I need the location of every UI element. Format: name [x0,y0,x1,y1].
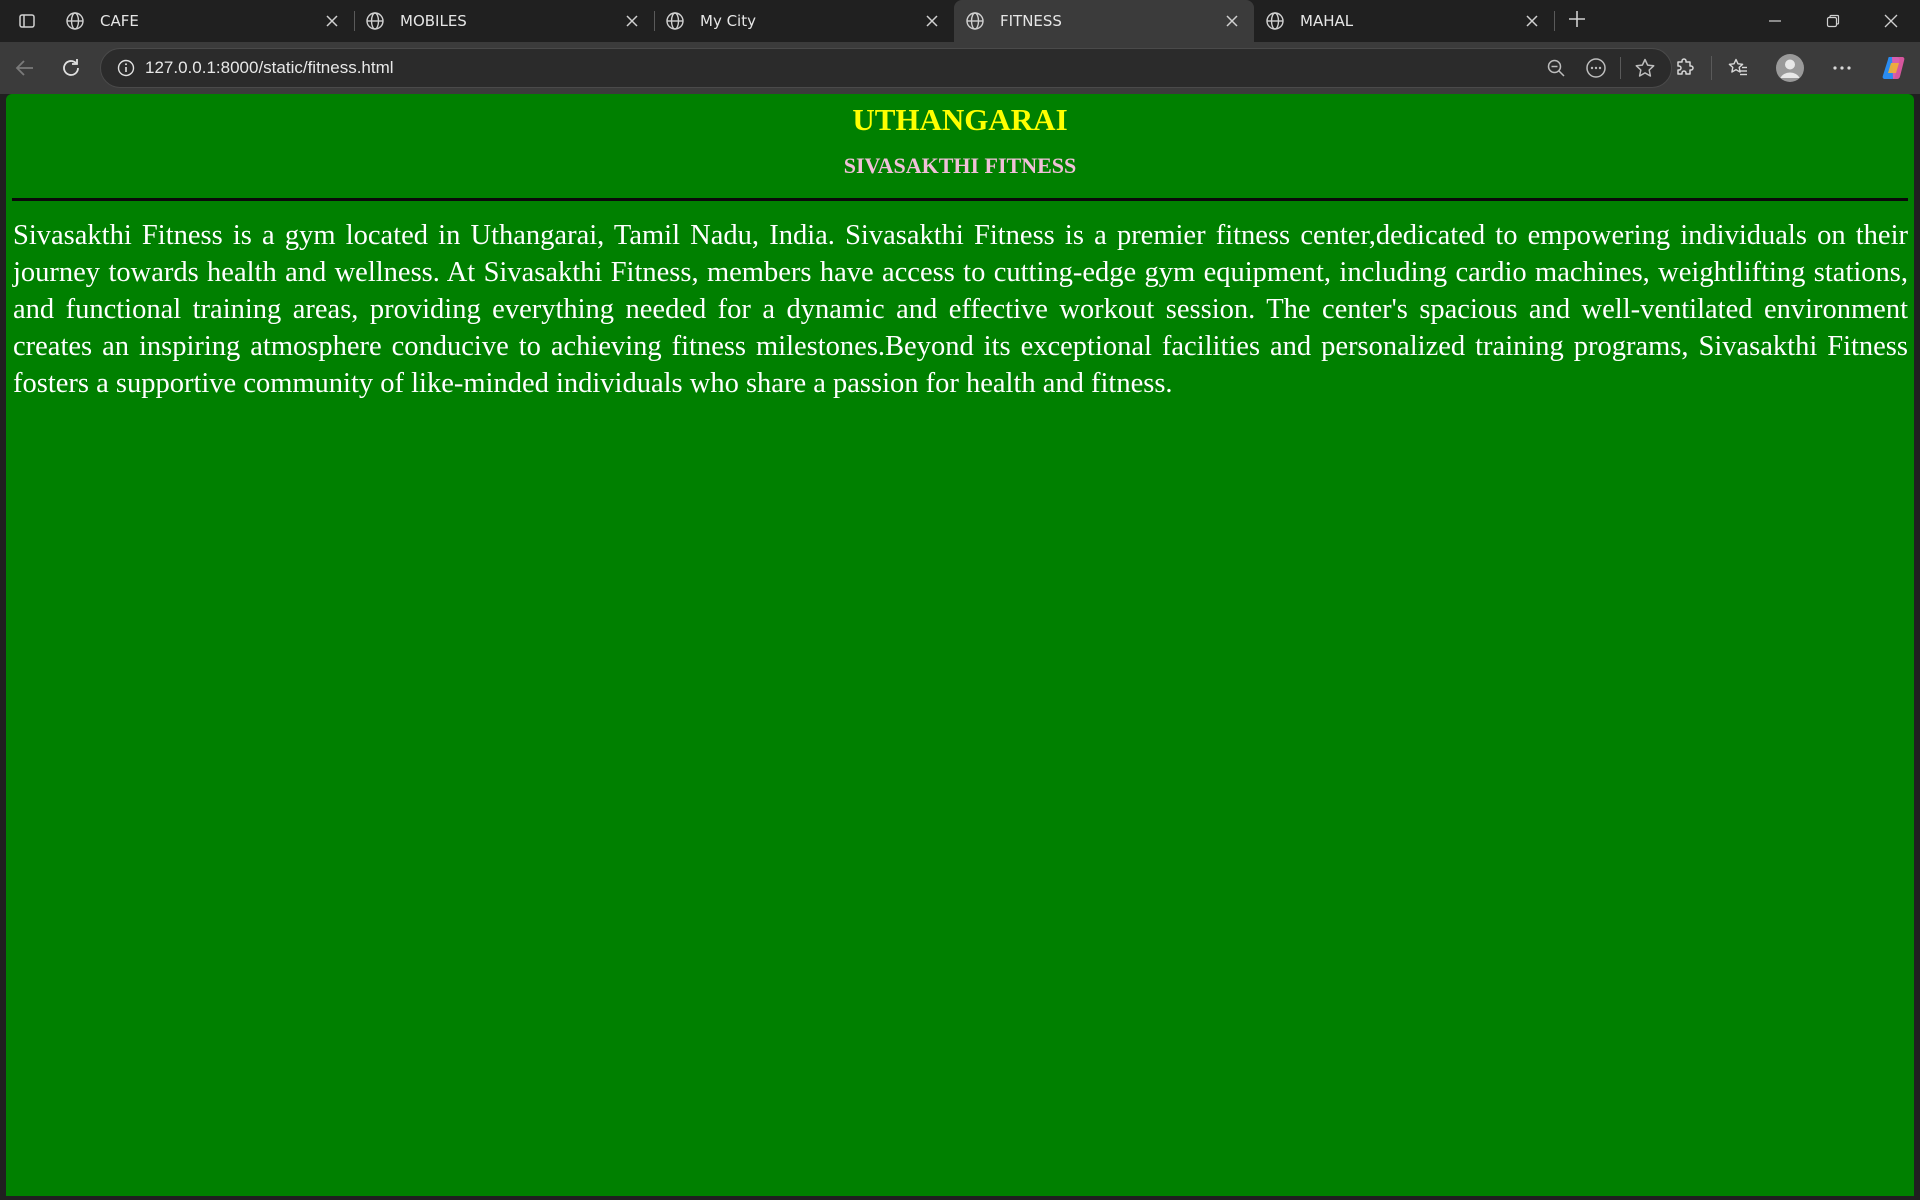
profile-icon[interactable] [1764,42,1816,94]
description-paragraph: Sivasakthi Fitness is a gym located in U… [13,220,1908,399]
page-subtitle: SIVASAKTHI FITNESS [843,153,1077,178]
close-icon[interactable] [1220,9,1244,33]
tab-title: My City [700,12,756,30]
toolbar-right [1659,42,1920,94]
info-icon[interactable] [107,59,145,77]
close-window-icon[interactable] [1862,0,1920,42]
tab-title: FITNESS [1000,12,1062,30]
minimize-icon[interactable] [1746,0,1804,42]
more-circle-icon[interactable] [1576,50,1616,86]
tab-strip: CAFE MOBILES My City FITNESS MAHAL [0,0,1920,42]
tab-my-city[interactable]: My City [654,0,954,42]
ellipsis-icon[interactable] [1816,42,1868,94]
page-viewport: UTHANGARAI SIVASAKTHI FITNESS Sivasakthi… [6,94,1914,1196]
tab-separator [1554,11,1555,31]
url-text[interactable]: 127.0.0.1:8000/static/fitness.html [145,58,1536,78]
tab-title: MAHAL [1300,12,1354,30]
divider-rule [12,198,1908,201]
restore-icon[interactable] [1804,0,1862,42]
plus-icon [1567,9,1587,33]
globe-icon [1264,10,1286,32]
close-icon[interactable] [920,9,944,33]
address-bar[interactable]: 127.0.0.1:8000/static/fitness.html [100,48,1672,88]
tab-mahal[interactable]: MAHAL [1254,0,1555,42]
page-title: UTHANGARAI [852,102,1068,137]
globe-icon [64,10,86,32]
address-bar-actions [1536,50,1665,86]
tab-cafe[interactable]: CAFE [54,0,355,42]
browser-toolbar: 127.0.0.1:8000/static/fitness.html [0,42,1920,94]
globe-icon [664,10,686,32]
close-icon[interactable] [620,9,644,33]
new-tab-button[interactable] [1554,0,1600,42]
window-controls [1746,0,1920,42]
tab-mobiles[interactable]: MOBILES [354,0,655,42]
copilot-icon[interactable] [1868,42,1920,94]
favorites-icon[interactable] [1712,42,1764,94]
zoom-out-icon[interactable] [1536,50,1576,86]
tab-actions-icon[interactable] [0,0,54,42]
divider [1620,57,1621,79]
close-icon[interactable] [1520,9,1544,33]
close-icon[interactable] [320,9,344,33]
tab-title: MOBILES [400,12,467,30]
globe-icon [964,10,986,32]
tab-fitness[interactable]: FITNESS [954,0,1254,42]
globe-icon [364,10,386,32]
back-arrow-icon[interactable] [2,45,48,91]
puzzle-icon[interactable] [1659,42,1711,94]
reload-icon[interactable] [48,45,94,91]
tab-title: CAFE [100,12,139,30]
